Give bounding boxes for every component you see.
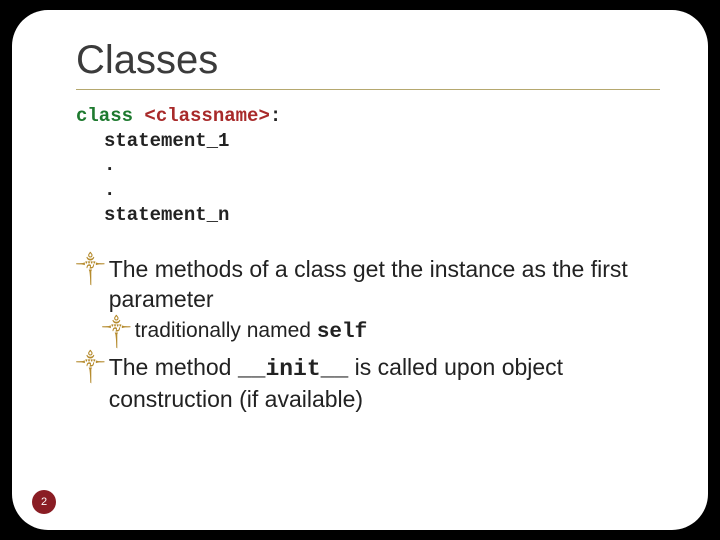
code-self: self <box>317 321 367 344</box>
bullet-1-sub-pre: traditionally named <box>135 319 317 342</box>
code-dot2: . <box>104 179 115 201</box>
code-colon: : <box>270 105 281 127</box>
bullet-1-text: The methods of a class get the instance … <box>109 255 660 314</box>
code-line-def: class <classname>: <box>76 104 660 129</box>
slide-title: Classes <box>76 38 660 83</box>
bullet-icon: ༒ <box>76 353 105 414</box>
code-line-dot1: . <box>76 153 660 178</box>
bullet-icon: ༒ <box>76 255 105 314</box>
bullet-2-pre: The method <box>109 354 238 380</box>
bullet-1-sub-text: traditionally named self <box>135 318 660 347</box>
title-divider <box>76 89 660 90</box>
class-syntax-code: class <classname>: statement_1 . . state… <box>76 104 660 227</box>
bullet-list: ༒ The methods of a class get the instanc… <box>76 255 660 414</box>
bullet-2: ༒ The method __init__ is called upon obj… <box>76 353 660 414</box>
code-line-dot2: . <box>76 178 660 203</box>
code-stmt1: statement_1 <box>104 130 229 152</box>
bullet-1: ༒ The methods of a class get the instanc… <box>76 255 660 314</box>
bullet-icon: ༒ <box>102 318 131 347</box>
code-line-stmt1: statement_1 <box>76 129 660 154</box>
bullet-2-text: The method __init__ is called upon objec… <box>109 353 660 414</box>
code-init: __init__ <box>238 356 348 382</box>
placeholder-classname: <classname> <box>144 105 269 127</box>
code-stmtn: statement_n <box>104 204 229 226</box>
page-number-badge: 2 <box>32 490 56 514</box>
code-line-stmtn: statement_n <box>76 203 660 228</box>
bullet-1-sub: ༒ traditionally named self <box>102 318 660 347</box>
code-dot1: . <box>104 154 115 176</box>
keyword-class: class <box>76 105 133 127</box>
slide: Classes class <classname>: statement_1 .… <box>12 10 708 530</box>
